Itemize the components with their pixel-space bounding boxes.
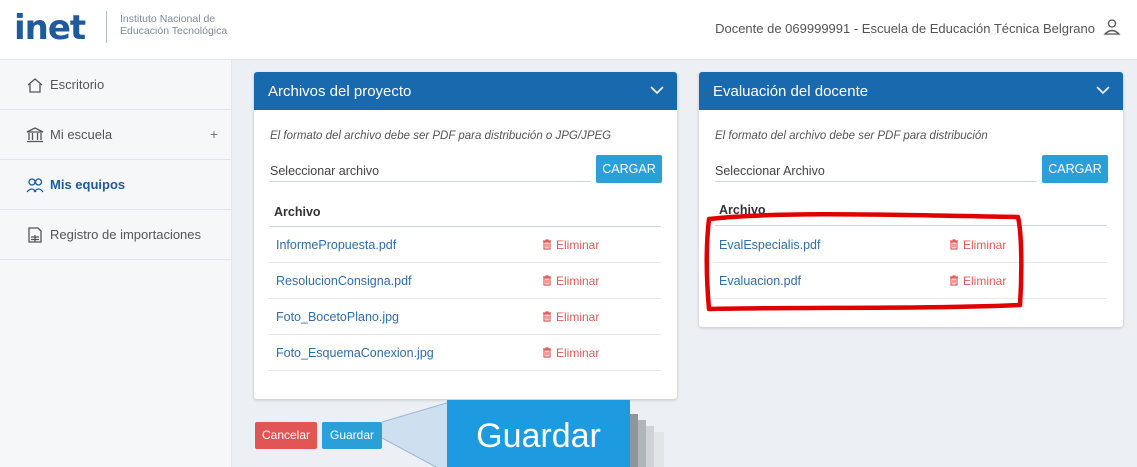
document-icon xyxy=(28,227,42,243)
user-icon[interactable] xyxy=(1103,18,1121,36)
delete-label: Eliminar xyxy=(556,346,600,360)
logo-separator xyxy=(106,11,107,43)
logo-subtitle-line1: Instituto Nacional de xyxy=(120,13,216,25)
project-files-card: Archivos del proyecto El formato del arc… xyxy=(254,72,677,399)
column-header-archivo: Archivo xyxy=(274,205,321,219)
delete-button[interactable]: Eliminar xyxy=(542,274,599,288)
table-row: InformePropuesta.pdf Eliminar xyxy=(268,227,661,263)
callout-connector xyxy=(381,401,451,467)
table-row: Foto_EsquemaConexion.jpg Eliminar xyxy=(268,335,661,371)
logo-subtitle-line2: Educación Tecnológica xyxy=(120,25,228,37)
top-header: inet Instituto Nacional de Educación Tec… xyxy=(0,0,1137,60)
file-select-input[interactable]: Seleccionar archivo xyxy=(270,156,591,182)
sidebar-item-escritorio[interactable]: Escritorio xyxy=(0,60,232,110)
delete-label: Eliminar xyxy=(556,274,600,288)
sidebar-item-label: Escritorio xyxy=(50,77,105,92)
sidebar-item-label: Mi escuela xyxy=(50,127,113,142)
user-info: Docente de 069999991 - Escuela de Educac… xyxy=(715,21,1095,36)
cancel-button[interactable]: Cancelar xyxy=(255,422,317,449)
chevron-down-icon[interactable] xyxy=(649,84,665,96)
chevron-down-icon[interactable] xyxy=(1095,84,1111,96)
school-icon xyxy=(26,127,44,143)
sidebar-item-registro[interactable]: Registro de importaciones xyxy=(0,210,232,260)
sidebar: Escritorio Mi escuela + Mis equipos Regi… xyxy=(0,60,232,467)
delete-button[interactable]: Eliminar xyxy=(542,346,599,360)
logo[interactable]: inet xyxy=(14,8,86,48)
table-row: ResolucionConsigna.pdf Eliminar xyxy=(268,263,661,299)
trash-icon xyxy=(543,311,551,322)
file-link[interactable]: Foto_EsquemaConexion.jpg xyxy=(276,346,434,360)
upload-button[interactable]: CARGAR xyxy=(596,155,662,183)
sidebar-item-label: Registro de importaciones xyxy=(50,227,202,242)
card-title: Evaluación del docente xyxy=(713,83,869,100)
sidebar-item-label: Mis equipos xyxy=(50,177,126,192)
upload-button[interactable]: CARGAR xyxy=(1042,155,1108,183)
delete-button[interactable]: Eliminar xyxy=(542,310,599,324)
pixelated-shadow xyxy=(630,414,664,467)
trash-icon xyxy=(543,347,551,358)
file-link[interactable]: InformePropuesta.pdf xyxy=(276,238,396,252)
card-header[interactable]: Evaluación del docente xyxy=(699,72,1123,110)
file-link[interactable]: ResolucionConsigna.pdf xyxy=(276,274,412,288)
delete-button[interactable]: Eliminar xyxy=(542,238,599,252)
file-link[interactable]: Foto_BocetoPlano.jpg xyxy=(276,310,399,324)
trash-icon xyxy=(543,239,551,250)
file-select-input[interactable]: Seleccionar Archivo xyxy=(715,156,1037,182)
card-header[interactable]: Archivos del proyecto xyxy=(254,72,677,110)
trash-icon xyxy=(543,275,551,286)
zoom-callout-save: Guardar xyxy=(447,400,630,467)
highlight-annotation xyxy=(704,211,1024,312)
team-icon xyxy=(26,178,44,193)
sidebar-item-mi-escuela[interactable]: Mi escuela + xyxy=(0,110,232,160)
format-hint: El formato del archivo debe ser PDF para… xyxy=(715,130,988,142)
expand-icon[interactable]: + xyxy=(210,126,218,142)
save-button[interactable]: Guardar xyxy=(322,422,382,449)
home-icon xyxy=(27,78,43,93)
delete-label: Eliminar xyxy=(556,238,600,252)
format-hint: El formato del archivo debe ser PDF para… xyxy=(270,130,612,142)
logo-subtitle: Instituto Nacional de Educación Tecnológ… xyxy=(120,13,227,37)
sidebar-item-mis-equipos[interactable]: Mis equipos xyxy=(0,160,232,210)
delete-label: Eliminar xyxy=(556,310,600,324)
table-row: Foto_BocetoPlano.jpg Eliminar xyxy=(268,299,661,335)
card-title: Archivos del proyecto xyxy=(268,83,412,100)
